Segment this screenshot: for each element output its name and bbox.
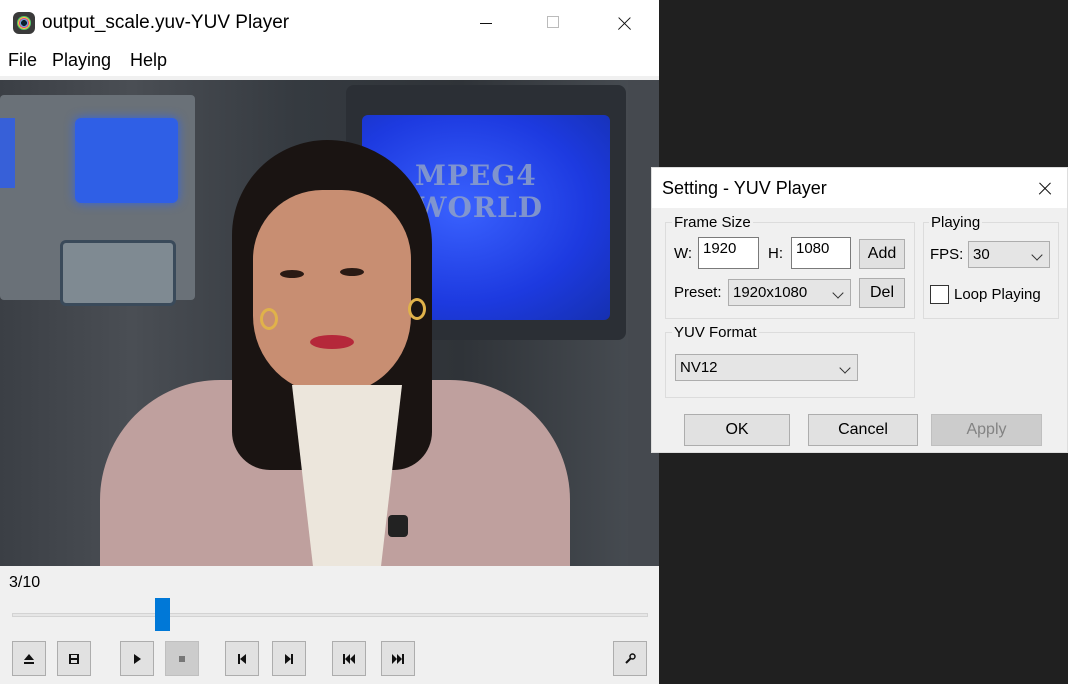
- menu-file[interactable]: File: [8, 50, 37, 71]
- last-frame-icon: [392, 653, 404, 664]
- video-text-line: MPEG4: [415, 159, 537, 192]
- eject-icon: [24, 653, 34, 664]
- next-frame-icon: [285, 653, 293, 664]
- video-person-eye: [340, 268, 364, 276]
- height-label: H:: [768, 245, 783, 262]
- delete-preset-button[interactable]: Del: [859, 278, 905, 308]
- video-frame: MPEG4 WORLD: [0, 80, 659, 566]
- video-monitor-screen: [75, 118, 178, 203]
- maximize-button[interactable]: [530, 0, 576, 46]
- apply-button[interactable]: Apply: [931, 414, 1042, 446]
- fps-select[interactable]: 30: [968, 241, 1050, 268]
- menu-help[interactable]: Help: [130, 50, 167, 71]
- next-frame-button[interactable]: [272, 641, 306, 676]
- seek-track[interactable]: [12, 613, 648, 617]
- dialog-close-button[interactable]: [1023, 168, 1067, 208]
- video-monitor-screen: [0, 118, 15, 188]
- prev-frame-icon: [238, 653, 246, 664]
- width-label: W:: [674, 245, 693, 262]
- window-title: output_scale.yuv-YUV Player: [42, 12, 290, 33]
- dialog-title: Setting - YUV Player: [662, 178, 827, 198]
- save-button[interactable]: [57, 641, 91, 676]
- video-monitor-small: [60, 240, 176, 306]
- app-icon: [13, 12, 35, 34]
- title-bar[interactable]: output_scale.yuv-YUV Player: [0, 0, 659, 46]
- fps-label: FPS:: [930, 246, 964, 263]
- first-frame-button[interactable]: [332, 641, 366, 676]
- playing-group: [923, 222, 1059, 319]
- preset-select[interactable]: 1920x1080: [728, 279, 851, 306]
- video-monitor-text: MPEG4 WORLD: [415, 160, 575, 224]
- chevron-down-icon: [1031, 249, 1043, 261]
- playing-group-label: Playing: [929, 214, 983, 231]
- save-icon: [69, 653, 79, 664]
- yuv-format-select-value: NV12: [680, 359, 718, 376]
- height-input[interactable]: 1080: [791, 237, 851, 269]
- yuv-format-group-label: YUV Format: [672, 324, 759, 341]
- play-icon: [134, 653, 141, 664]
- menu-playing[interactable]: Playing: [52, 50, 111, 71]
- cancel-button[interactable]: Cancel: [808, 414, 918, 446]
- frame-counter: 3/10: [9, 574, 41, 591]
- play-button[interactable]: [120, 641, 154, 676]
- dialog-title-bar[interactable]: Setting - YUV Player: [652, 168, 1067, 208]
- settings-button[interactable]: [613, 641, 647, 676]
- video-text-line: WORLD: [415, 191, 544, 224]
- video-person-mouth: [310, 335, 354, 349]
- add-preset-button[interactable]: Add: [859, 239, 905, 269]
- menu-bar: File Playing Help: [0, 46, 659, 77]
- chevron-down-icon: [839, 362, 851, 374]
- preset-label: Preset:: [674, 284, 722, 301]
- player-window: output_scale.yuv-YUV Player File Playing…: [0, 0, 659, 684]
- seek-slider-thumb[interactable]: [155, 598, 170, 631]
- width-input[interactable]: 1920: [698, 237, 759, 269]
- video-person-face: [253, 190, 411, 395]
- loop-playing-checkbox[interactable]: [930, 285, 949, 304]
- settings-dialog: Setting - YUV Player Frame Size W: 1920 …: [651, 167, 1068, 453]
- ok-button[interactable]: OK: [684, 414, 790, 446]
- prev-frame-button[interactable]: [225, 641, 259, 676]
- fps-select-value: 30: [973, 246, 990, 263]
- stop-button[interactable]: [165, 641, 199, 676]
- minimize-button[interactable]: [463, 0, 509, 46]
- first-frame-icon: [343, 653, 355, 664]
- loop-playing-label[interactable]: Loop Playing: [954, 286, 1041, 303]
- preset-select-value: 1920x1080: [733, 284, 808, 301]
- stop-icon: [179, 655, 185, 662]
- close-button[interactable]: [601, 0, 647, 46]
- yuv-format-select[interactable]: NV12: [675, 354, 858, 381]
- last-frame-button[interactable]: [381, 641, 415, 676]
- settings-wrench-icon: [625, 652, 636, 664]
- video-person-eye: [280, 270, 304, 278]
- chevron-down-icon: [832, 287, 844, 299]
- video-person-earring: [260, 308, 278, 330]
- video-person-microphone: [388, 515, 408, 537]
- open-button[interactable]: [12, 641, 46, 676]
- video-person-earring: [408, 298, 426, 320]
- frame-size-group-label: Frame Size: [672, 214, 753, 231]
